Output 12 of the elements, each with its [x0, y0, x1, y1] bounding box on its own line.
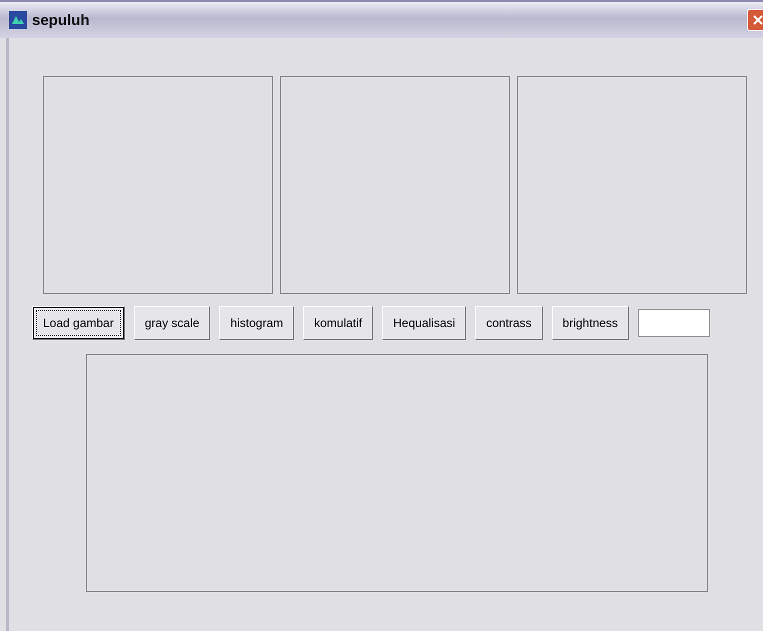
close-icon [752, 14, 763, 26]
action-button[interactable]: komulatif [303, 306, 374, 340]
window-title: sepuluh [32, 12, 91, 28]
action-button[interactable]: brightness [552, 306, 629, 340]
action-button[interactable]: Load gambar [32, 306, 125, 340]
action-button[interactable]: gray scale [134, 306, 210, 340]
app-icon [8, 10, 28, 30]
close-button[interactable] [747, 9, 763, 31]
action-button[interactable]: histogram [219, 306, 294, 340]
action-button[interactable]: contrass [475, 306, 543, 340]
input-field[interactable] [638, 309, 710, 337]
action-button[interactable]: Hequalisasi [382, 306, 466, 340]
